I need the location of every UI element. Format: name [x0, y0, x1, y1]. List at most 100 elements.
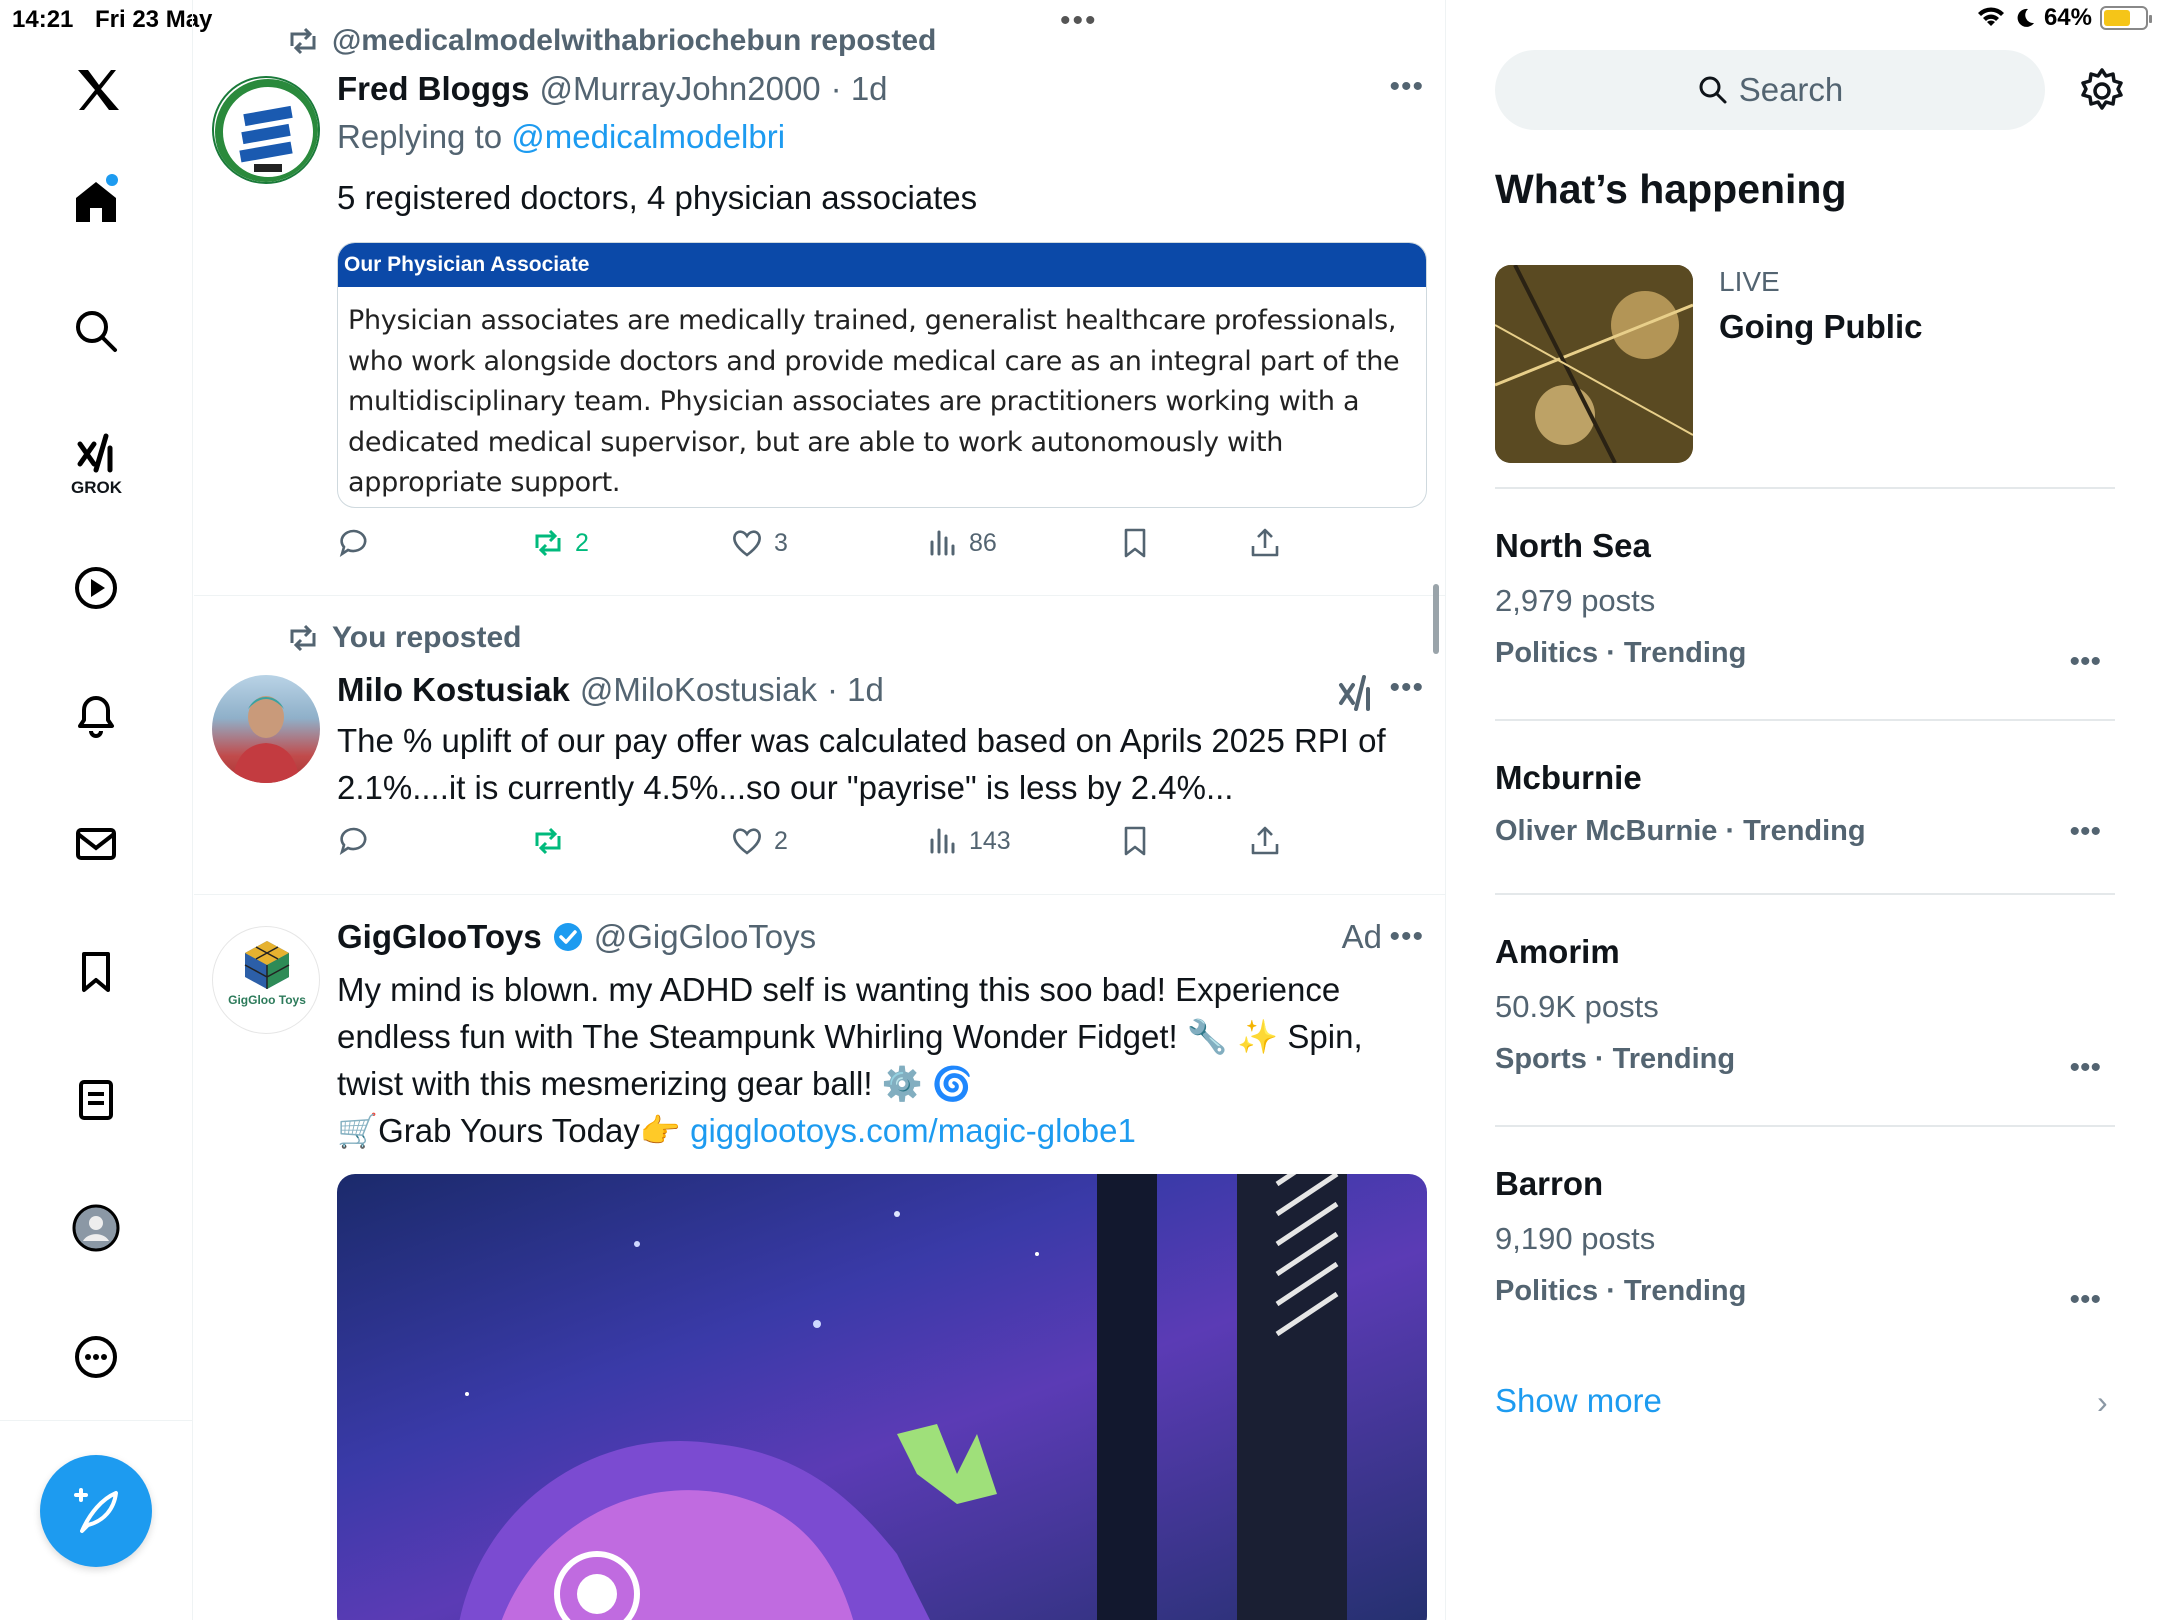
like-count: 3	[774, 528, 788, 557]
quoted-image-card[interactable]: Our Physician Associate Physician associ…	[337, 242, 1427, 508]
retweet-button[interactable]	[531, 824, 575, 858]
trend-item[interactable]: Amorim 50.9K posts Sports · Trending •••	[1495, 933, 2115, 1084]
compose-feather-icon	[74, 1488, 118, 1533]
tweet-text: My mind is blown. my ADHD self is wantin…	[337, 971, 1363, 1102]
trend-post-count: 50.9K posts	[1495, 989, 1659, 1024]
messages-icon[interactable]	[66, 814, 126, 874]
tweet-actions: 2 3 86	[337, 526, 1337, 570]
trend-item[interactable]: Barron 9,190 posts Politics · Trending •…	[1495, 1165, 2115, 1316]
going-public-image	[1495, 265, 1693, 463]
lists-icon[interactable]	[66, 1070, 126, 1130]
replying-to-line: Replying to @medicalmodelbri	[337, 118, 785, 156]
share-icon	[1251, 528, 1279, 557]
left-nav: GROK	[0, 0, 193, 1620]
reply-button[interactable]	[337, 824, 371, 858]
trend-item[interactable]: North Sea 2,979 posts Politics · Trendin…	[1495, 527, 2115, 678]
trend-post-count: 9,190 posts	[1495, 1221, 1656, 1256]
repost-by-text: You reposted	[332, 621, 522, 654]
like-button[interactable]: 3	[730, 526, 788, 560]
author-name[interactable]: Milo Kostusiak	[337, 671, 570, 709]
explore-icon[interactable]	[66, 301, 126, 361]
profile-icon[interactable]	[66, 1198, 126, 1258]
live-event-thumbnail[interactable]	[1495, 265, 1693, 463]
tweet-time: · 1d	[830, 70, 888, 107]
share-button[interactable]	[1248, 526, 1282, 560]
nav-divider	[0, 1420, 193, 1421]
retweet-button[interactable]: 2	[531, 526, 589, 560]
compose-post-button[interactable]	[40, 1455, 152, 1567]
bookmark-button[interactable]	[1118, 526, 1152, 560]
avatar[interactable]	[212, 675, 320, 783]
trend-post-count: 2,979 posts	[1495, 583, 1656, 618]
home-icon[interactable]	[66, 172, 126, 232]
tweet[interactable]: You reposted Milo Kostusiak @MiloKostusi…	[194, 597, 1445, 895]
trend-name: Barron	[1495, 1165, 1604, 1202]
tweet-cta-line: 🛒Grab Yours Today👉 gigglootoys.com/magic…	[337, 1107, 1424, 1154]
video-icon[interactable]	[66, 558, 126, 618]
grok-explain-icon[interactable]	[1336, 673, 1376, 718]
ad-video-media[interactable]	[337, 1174, 1427, 1620]
bookmark-icon	[1124, 826, 1146, 856]
trend-name: North Sea	[1495, 527, 1651, 564]
fidget-gear-ball-image	[459, 1174, 1347, 1620]
bookmark-button[interactable]	[1118, 824, 1152, 858]
author-handle[interactable]: @MurrayJohn2000	[540, 70, 821, 108]
cta-text: 🛒Grab Yours Today👉	[337, 1112, 691, 1149]
settings-gear-icon[interactable]	[2077, 66, 2127, 116]
views-count: 143	[969, 826, 1011, 855]
trend-name: Mcburnie	[1495, 759, 1642, 796]
show-more-link[interactable]: Show more	[1495, 1382, 1662, 1420]
bookmarks-icon[interactable]	[66, 942, 126, 1002]
views-button[interactable]: 143	[925, 824, 1011, 858]
author-handle[interactable]: @MiloKostusiak	[580, 671, 817, 709]
live-label: LIVE	[1719, 266, 1780, 297]
reply-icon	[339, 827, 367, 856]
repost-indicator: You reposted	[286, 621, 521, 655]
author-handle[interactable]: @GigGlooToys	[594, 918, 816, 956]
trend-category: Sports · Trending	[1495, 1043, 1736, 1075]
views-button[interactable]: 86	[925, 526, 997, 560]
avatar-logo-text: GigGloo Toys	[228, 993, 306, 1007]
like-button[interactable]: 2	[730, 824, 788, 858]
grok-icon[interactable]	[66, 424, 126, 484]
defend-rail-badge-icon	[215, 79, 318, 182]
x-logo-icon[interactable]	[66, 60, 126, 120]
quote-card-title: Our Physician Associate	[338, 243, 1426, 287]
trend-item[interactable]: Mcburnie Oliver McBurnie · Trending •••	[1495, 759, 2115, 848]
share-button[interactable]	[1248, 824, 1282, 858]
author-name[interactable]: Fred Bloggs	[337, 70, 530, 108]
divider	[1495, 719, 2115, 721]
retweet-icon	[535, 827, 561, 855]
tweet[interactable]: @medicalmodelwithabriochebun reposted Fr…	[194, 0, 1445, 596]
divider	[1495, 487, 2115, 489]
repost-icon	[290, 27, 316, 55]
avatar[interactable]	[212, 76, 320, 184]
replying-to-handle[interactable]: @medicalmodelbri	[511, 118, 785, 155]
more-options-icon[interactable]	[66, 1327, 126, 1387]
tweet-time: · 1d	[826, 671, 884, 708]
trend-more-icon[interactable]: •••	[2069, 815, 2101, 849]
search-input[interactable]: Search	[1495, 50, 2045, 130]
timeline-feed[interactable]: @medicalmodelwithabriochebun reposted Fr…	[194, 0, 1446, 1620]
retweet-count: 2	[575, 528, 589, 557]
tweet-header: Fred Bloggs @MurrayJohn2000 · 1d	[337, 70, 1426, 108]
search-icon	[1699, 76, 1727, 104]
feed-scrollbar[interactable]	[1433, 584, 1439, 654]
live-title[interactable]: Going Public	[1719, 308, 1923, 346]
tweet-header: GigGlooToys @GigGlooToys	[337, 918, 1426, 956]
author-name[interactable]: GigGlooToys	[337, 918, 542, 956]
ad-link[interactable]: gigglootoys.com/magic-globe1	[690, 1112, 1136, 1149]
avatar[interactable]: GigGloo Toys	[212, 926, 320, 1034]
tweet-more-icon[interactable]: •••	[1389, 920, 1424, 954]
grok-label: GROK	[71, 478, 122, 497]
reply-button[interactable]	[337, 526, 371, 560]
tweet-more-icon[interactable]: •••	[1389, 671, 1424, 705]
chevron-right-icon[interactable]: ›	[2097, 1384, 2108, 1421]
trend-more-icon[interactable]: •••	[2069, 645, 2101, 679]
trend-more-icon[interactable]: •••	[2069, 1283, 2101, 1317]
trend-more-icon[interactable]: •••	[2069, 1051, 2101, 1085]
notifications-icon[interactable]	[66, 686, 126, 746]
tweet-header: Milo Kostusiak @MiloKostusiak · 1d	[337, 671, 1426, 709]
heart-icon	[733, 530, 761, 557]
tweet-more-icon[interactable]: •••	[1389, 70, 1424, 104]
